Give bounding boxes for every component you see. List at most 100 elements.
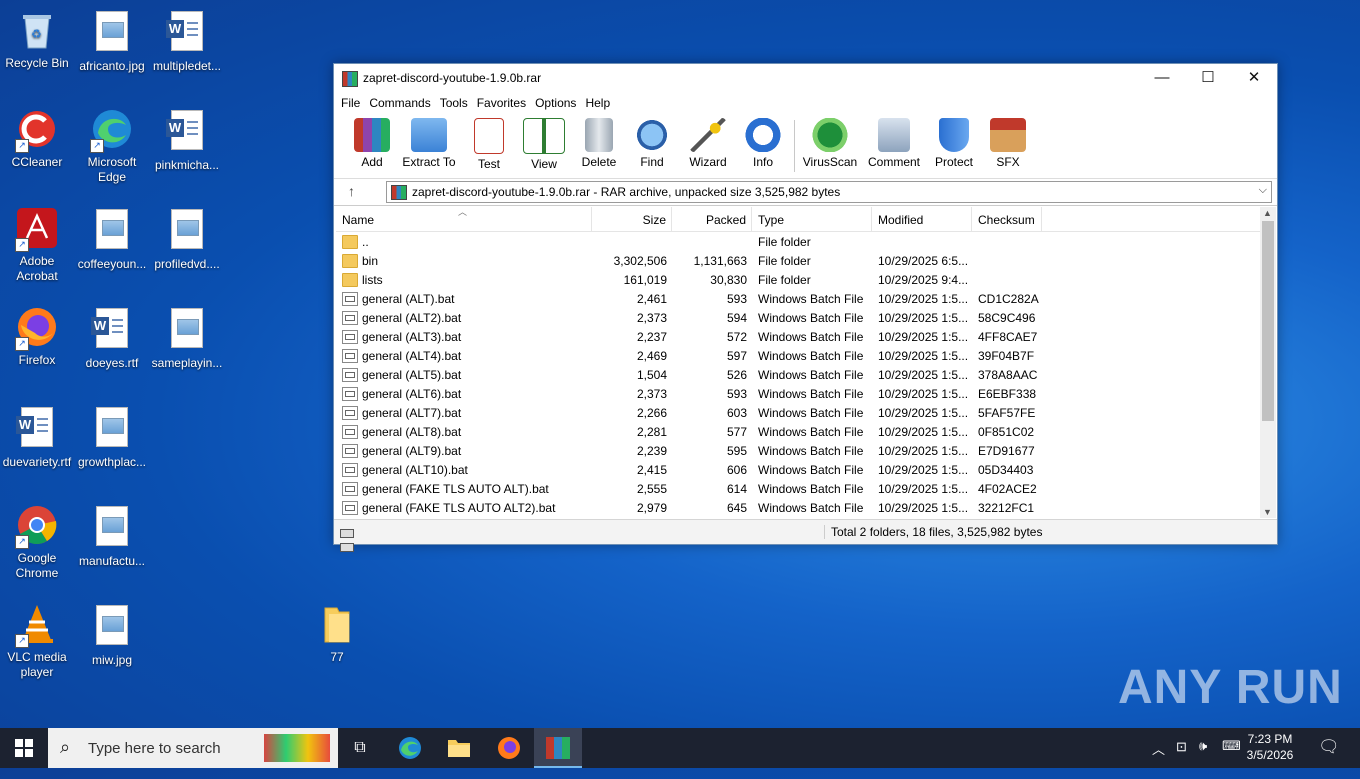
toolbar-wizard-button[interactable]: Wizard: [686, 118, 730, 169]
desktop-icon-chrome[interactable]: ↗ Google Chrome: [0, 503, 74, 581]
image-file-icon: [96, 11, 128, 51]
scrollbar-thumb[interactable]: [1262, 221, 1274, 421]
table-row[interactable]: general (ALT10).bat 2,415 606 Windows Batch…: [336, 460, 1262, 479]
path-combobox[interactable]: zapret-discord-youtube-1.9.0b.rar - RAR …: [386, 181, 1272, 203]
cell-size: 2,281: [636, 424, 667, 439]
taskbar-search-box[interactable]: ⌕ Type here to search: [48, 728, 338, 768]
task-view-icon[interactable]: ⧉: [336, 728, 384, 768]
menu-commands[interactable]: Commands: [369, 92, 437, 114]
winrar-window: zapret-discord-youtube-1.9.0b.rar — ☐ ✕ …: [333, 63, 1278, 552]
column-checksum[interactable]: Checksum: [972, 207, 1042, 231]
taskbar-clock[interactable]: 7:23 PM 3/5/2026: [1240, 731, 1300, 763]
cell-checksum: 378A8AAC: [978, 367, 1038, 382]
menu-tools[interactable]: Tools: [440, 92, 475, 114]
table-row[interactable]: general (ALT).bat 2,461 593 Windows Batch F…: [336, 289, 1262, 308]
menu-help[interactable]: Help: [585, 92, 617, 114]
table-row[interactable]: general (ALT5).bat 1,504 526 Windows Batch …: [336, 365, 1262, 384]
column-modified[interactable]: Modified: [872, 207, 972, 231]
desktop-icon-coffeeyoun[interactable]: coffeeyoun...: [75, 206, 149, 272]
volume-icon[interactable]: 🕪: [1199, 738, 1207, 778]
desktop-icon-multipledet[interactable]: W multipledet...: [150, 8, 224, 74]
minimize-button[interactable]: —: [1139, 64, 1185, 92]
cell-packed: 595: [726, 443, 747, 458]
cell-modified: 10/29/2025 1:5...: [878, 462, 969, 477]
desktop-icon-folder-77[interactable]: 77: [300, 602, 374, 665]
menu-favorites[interactable]: Favorites: [477, 92, 533, 114]
image-file-icon: [96, 506, 128, 546]
desktop-icon-vlc[interactable]: ↗ VLC media player: [0, 602, 74, 680]
desktop-icon-pinkmicha[interactable]: W pinkmicha...: [150, 107, 224, 173]
toolbar-view-button[interactable]: View: [522, 118, 566, 171]
desktop-icon-recycle-bin[interactable]: ♻ Recycle Bin: [0, 8, 74, 71]
table-row[interactable]: lists 161,019 30,830 File folder 10/29/2025 …: [336, 270, 1262, 289]
cell-packed: 603: [726, 405, 747, 420]
start-button[interactable]: [0, 728, 48, 768]
table-row[interactable]: general (ALT7).bat 2,266 603 Windows Batch …: [336, 403, 1262, 422]
menu-options[interactable]: Options: [535, 92, 583, 114]
ime-keyboard-icon[interactable]: ⌨: [1222, 738, 1241, 778]
column-packed[interactable]: Packed: [672, 207, 752, 231]
table-row[interactable]: general (ALT8).bat 2,281 577 Windows Batch …: [336, 422, 1262, 441]
desktop-icon-acrobat[interactable]: ↗ Adobe Acrobat: [0, 206, 74, 284]
toolbar-test-button[interactable]: Test: [469, 118, 509, 171]
close-button[interactable]: ✕: [1231, 64, 1277, 92]
desktop-icon-manufactu[interactable]: manufactu...: [75, 503, 149, 569]
chevron-down-icon[interactable]: ⌵: [1259, 184, 1267, 197]
desktop-icon-firefox[interactable]: ↗ Firefox: [0, 305, 74, 368]
taskbar-winrar-icon[interactable]: [534, 728, 582, 768]
file-list: ︿ Name Size Packed Type Modified Checksu…: [336, 207, 1262, 518]
column-size[interactable]: Size: [592, 207, 672, 231]
taskbar-file-explorer-icon[interactable]: [435, 728, 483, 768]
image-file-icon: [171, 308, 203, 348]
up-arrow-icon[interactable]: ↑: [348, 183, 355, 199]
desktop-icon-sameplayin[interactable]: sameplayin...: [150, 305, 224, 371]
table-row[interactable]: bin 3,302,506 1,131,663 File folder 10/29/20…: [336, 251, 1262, 270]
taskbar-firefox-icon[interactable]: [485, 728, 533, 768]
desktop-icon-doeyes[interactable]: W doeyes.rtf: [75, 305, 149, 371]
cell-type: Windows Batch File: [758, 462, 864, 477]
toolbar-separator: [794, 120, 795, 172]
table-row[interactable]: general (FAKE TLS AUTO ALT2).bat 2,979 645…: [336, 498, 1262, 517]
table-row[interactable]: general (ALT4).bat 2,469 597 Windows Batch …: [336, 346, 1262, 365]
desktop-icon-africanto[interactable]: africanto.jpg: [75, 8, 149, 74]
desktop-icon-ccleaner[interactable]: ↗ CCleaner: [0, 107, 74, 170]
menu-file[interactable]: File: [341, 92, 367, 114]
network-icon[interactable]: ⊡: [1176, 739, 1187, 779]
table-row[interactable]: general (ALT3).bat 2,237 572 Windows Batch …: [336, 327, 1262, 346]
table-row[interactable]: general (FAKE TLS AUTO ALT).bat 2,555 614 W…: [336, 479, 1262, 498]
table-row[interactable]: .. File folder: [336, 232, 1262, 251]
column-type[interactable]: Type: [752, 207, 872, 231]
cell-type: Windows Batch File: [758, 405, 864, 420]
scroll-down-icon[interactable]: ▼: [1263, 507, 1272, 517]
notification-center-icon[interactable]: 🗨: [1318, 737, 1340, 777]
word-document-icon: W: [16, 407, 53, 447]
desktop-icon-duevariety[interactable]: W duevariety.rtf: [0, 404, 74, 470]
toolbar-sfx-button[interactable]: SFX: [988, 118, 1028, 169]
desktop-icon-profiledvd[interactable]: profiledvd....: [150, 206, 224, 272]
taskbar-edge-icon[interactable]: [386, 728, 434, 768]
toolbar-comment-button[interactable]: Comment: [866, 118, 922, 169]
table-row[interactable]: general (ALT2).bat 2,373 594 Windows Batch …: [336, 308, 1262, 327]
toolbar-delete-button[interactable]: Delete: [577, 118, 621, 169]
toolbar-virusscan-button[interactable]: VirusScan: [802, 118, 858, 169]
desktop-icon-edge[interactable]: ↗ Microsoft Edge: [75, 107, 149, 185]
cell-size: 2,266: [636, 405, 667, 420]
vertical-scrollbar[interactable]: ▲ ▼: [1260, 207, 1276, 518]
cell-modified: 10/29/2025 1:5...: [878, 424, 969, 439]
windows-logo-icon: [15, 739, 33, 757]
maximize-button[interactable]: ☐: [1185, 64, 1231, 92]
toolbar-find-button[interactable]: Find: [632, 118, 672, 169]
toolbar-protect-button[interactable]: Protect: [932, 118, 976, 169]
scroll-up-icon[interactable]: ▲: [1263, 208, 1272, 218]
toolbar-info-button[interactable]: Info: [744, 118, 782, 169]
desktop-icon-miw[interactable]: miw.jpg: [75, 602, 149, 668]
desktop-icon-growthplac[interactable]: growthplac...: [75, 404, 149, 470]
batch-file-icon: [342, 310, 358, 325]
cell-name: general (ALT).bat: [336, 291, 592, 306]
title-bar[interactable]: zapret-discord-youtube-1.9.0b.rar — ☐ ✕: [334, 64, 1277, 92]
toolbar-add-button[interactable]: Add: [352, 118, 392, 169]
toolbar-extract-button[interactable]: Extract To: [400, 118, 458, 169]
table-row[interactable]: general (ALT6).bat 2,373 593 Windows Batch …: [336, 384, 1262, 403]
show-hidden-icons-chevron-up-icon[interactable]: ︿: [1152, 739, 1165, 779]
table-row[interactable]: general (ALT9).bat 2,239 595 Windows Batch …: [336, 441, 1262, 460]
